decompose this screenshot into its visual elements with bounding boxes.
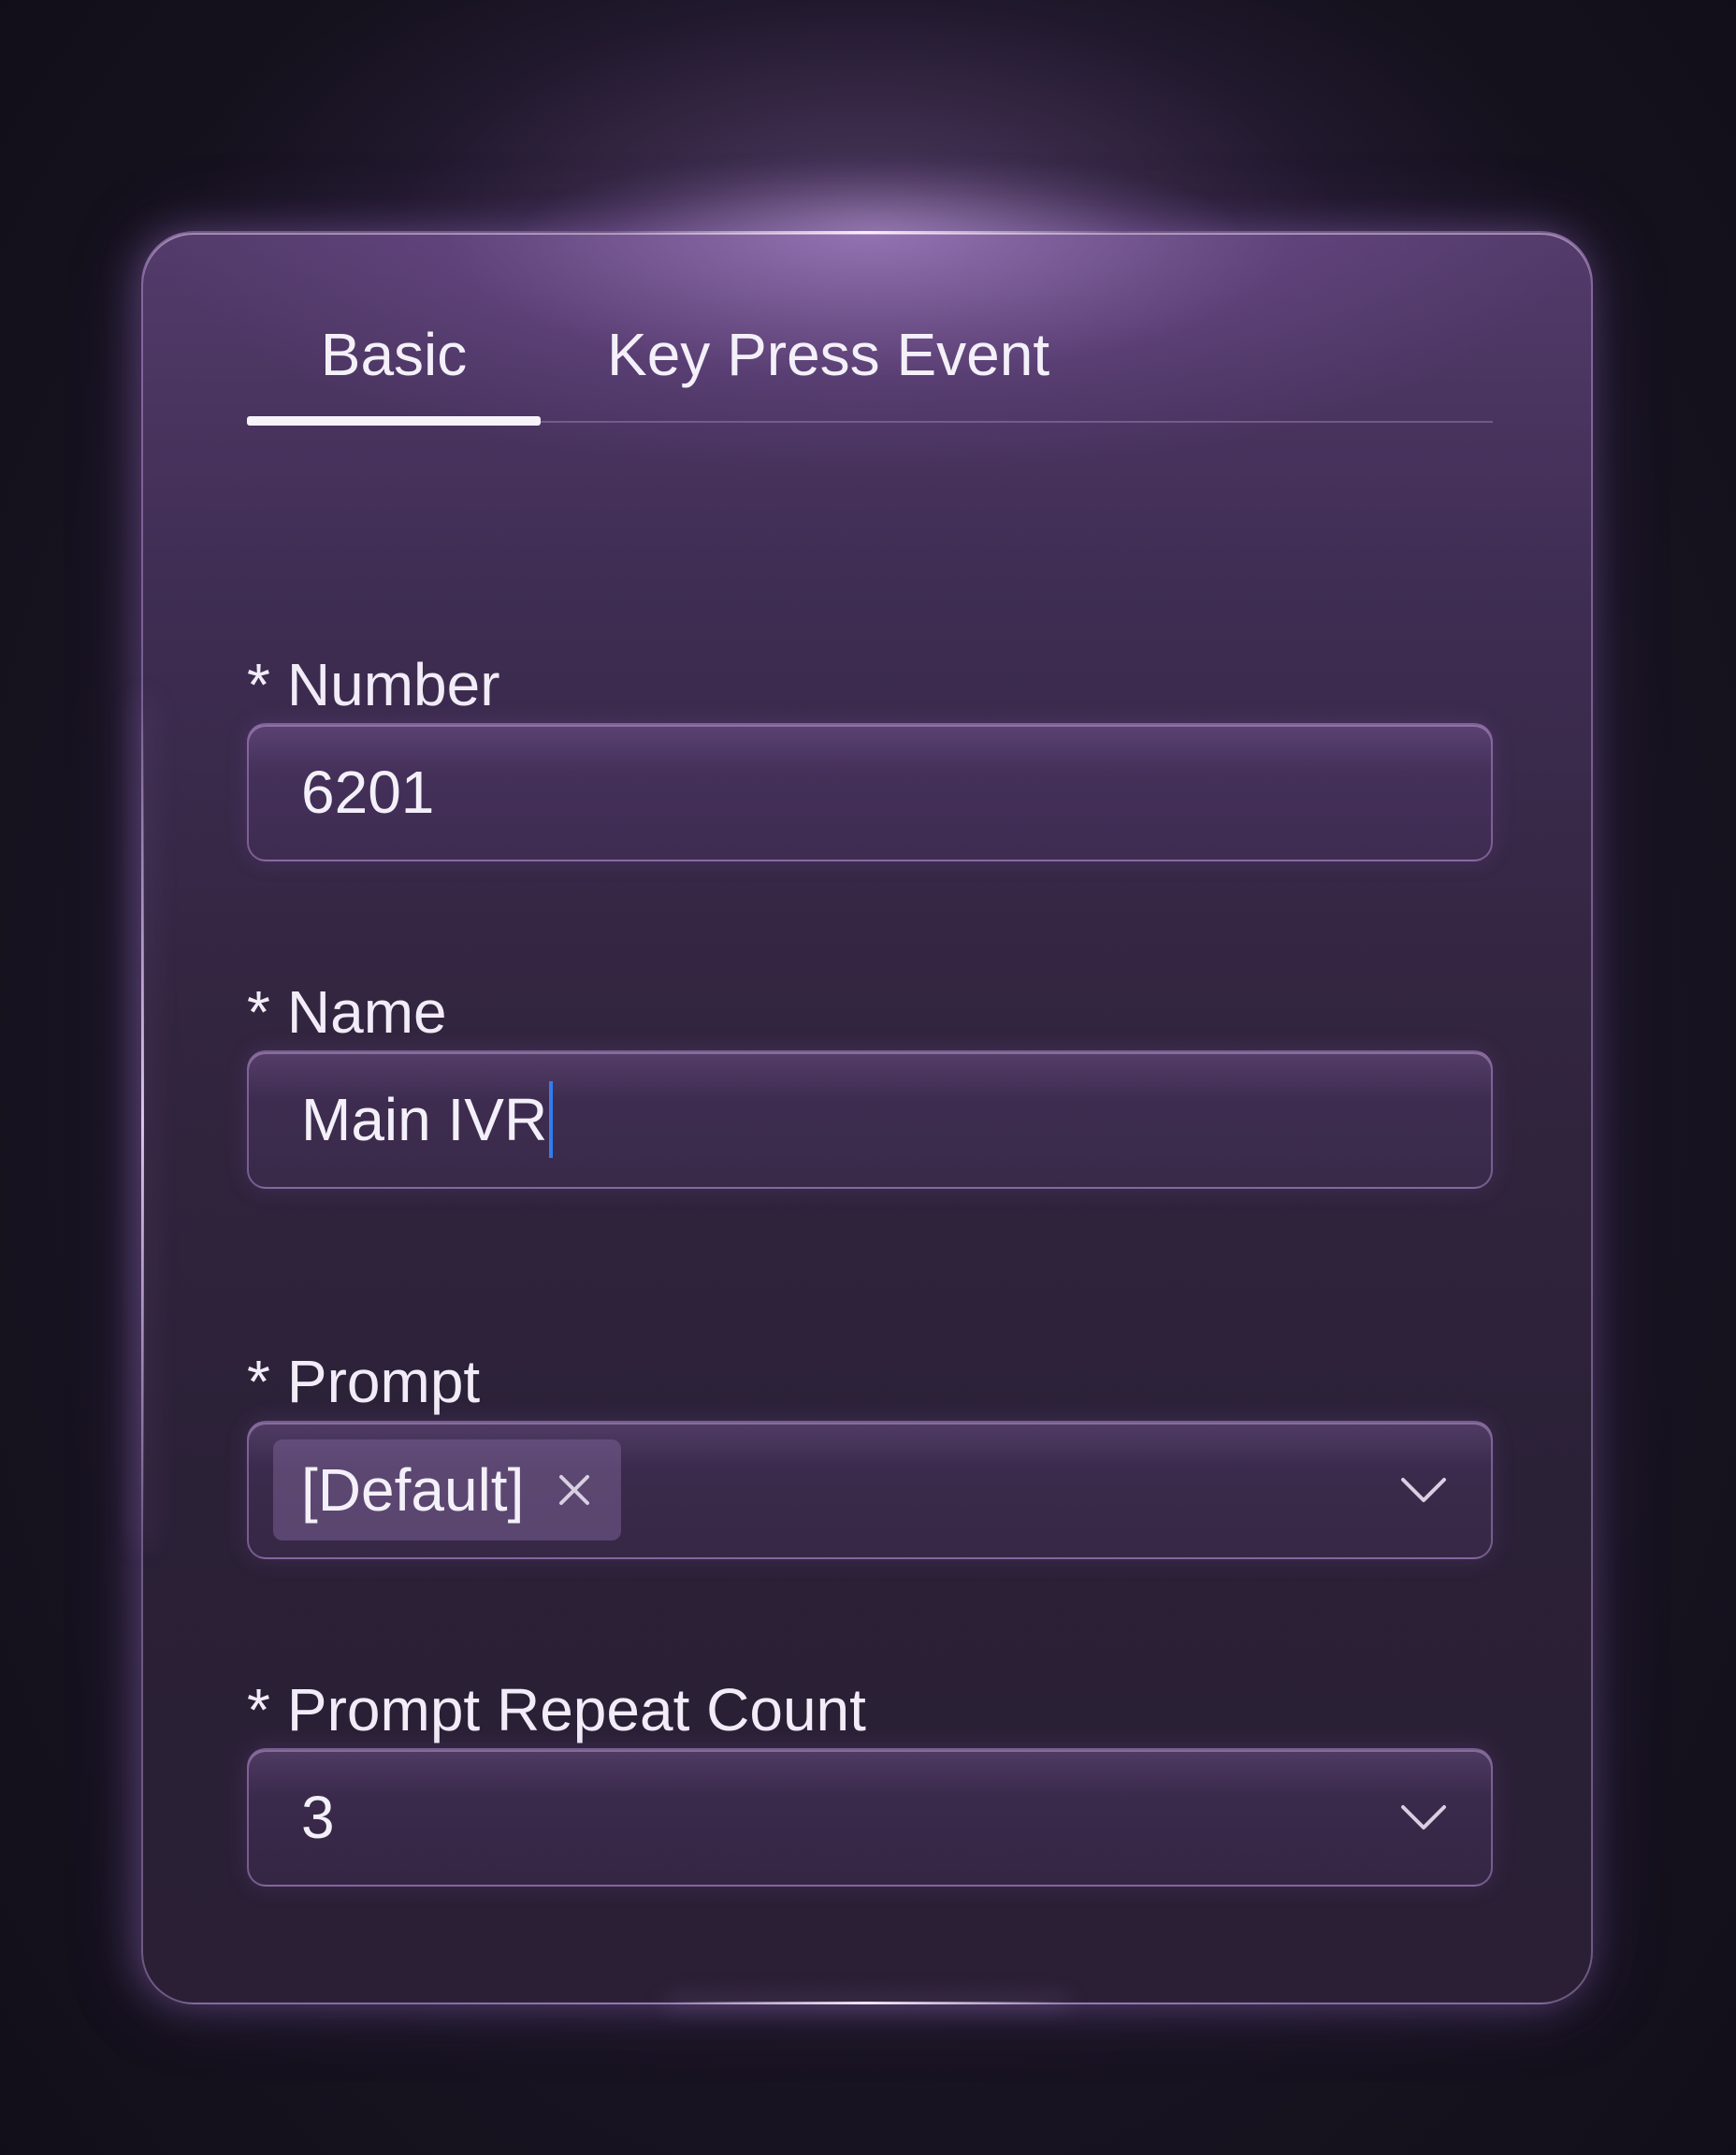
prompt-repeat-count-select[interactable]: 3 xyxy=(247,1748,1493,1887)
tab-bar: Basic Key Press Event xyxy=(247,298,1493,426)
tab-key-press-event-label: Key Press Event xyxy=(607,321,1050,388)
name-label: * Name xyxy=(247,977,447,1047)
card-left-highlight xyxy=(141,701,144,1542)
prompt-repeat-count-label: * Prompt Repeat Count xyxy=(247,1675,866,1744)
chevron-down-icon[interactable] xyxy=(1399,1802,1448,1832)
prompt-select[interactable]: [Default] xyxy=(247,1421,1493,1559)
number-input-value: 6201 xyxy=(301,759,435,826)
number-label-text: Number xyxy=(286,651,500,718)
name-input-text: Main IVR xyxy=(301,1052,554,1187)
required-marker: * xyxy=(247,1676,270,1743)
ivr-settings-card: Basic Key Press Event * Number 6201 * Name… xyxy=(141,231,1593,2004)
required-marker: * xyxy=(247,978,270,1046)
tab-basic[interactable]: Basic xyxy=(247,298,541,411)
tab-key-press-event[interactable]: Key Press Event xyxy=(607,298,1075,411)
prompt-tag-label: [Default] xyxy=(301,1456,525,1524)
close-icon[interactable] xyxy=(556,1471,593,1509)
text-caret xyxy=(549,1081,554,1158)
number-label: * Number xyxy=(247,650,500,719)
name-input[interactable]: Main IVR xyxy=(247,1050,1493,1189)
name-label-text: Name xyxy=(286,978,447,1046)
name-input-value: Main IVR xyxy=(301,1086,548,1153)
prompt-label: * Prompt xyxy=(247,1347,480,1416)
number-input[interactable]: 6201 xyxy=(247,723,1493,861)
prompt-repeat-count-value: 3 xyxy=(301,1784,335,1851)
chevron-down-icon[interactable] xyxy=(1399,1475,1448,1505)
required-marker: * xyxy=(247,651,270,718)
prompt-repeat-count-label-text: Prompt Repeat Count xyxy=(286,1676,866,1743)
prompt-tag: [Default] xyxy=(273,1439,622,1540)
active-tab-indicator xyxy=(247,416,541,426)
required-marker: * xyxy=(247,1348,270,1415)
tab-basic-label: Basic xyxy=(320,321,468,388)
prompt-label-text: Prompt xyxy=(286,1348,481,1415)
